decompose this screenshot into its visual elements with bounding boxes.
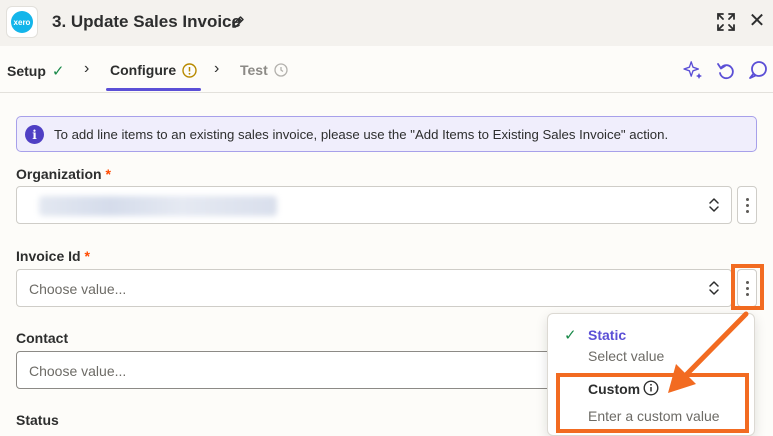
invoice-id-placeholder: Choose value... [29,281,127,297]
menu-item-static-sub: Select value [588,348,665,364]
redacted-value [39,196,277,216]
contact-label: Contact [16,330,69,346]
chevron-right-icon: › [214,60,220,77]
check-icon: ✓ [51,63,65,80]
tab-test-label: Test [240,62,268,78]
edit-pencil-icon[interactable] [230,14,246,30]
info-banner-text: To add line items to an existing sales i… [54,127,669,142]
organization-options-button[interactable] [737,186,757,224]
header-bar: xero 3. Update Sales Invoice ✕ [0,0,773,46]
xero-logo-text: xero [13,17,31,27]
tab-configure-label: Configure [110,62,177,78]
tab-configure[interactable]: Configure [110,62,197,78]
xero-app-logo: xero [6,6,38,38]
info-icon: i [25,125,44,144]
ai-sparkle-icon[interactable] [683,60,703,80]
menu-item-static[interactable]: ✓ Static Select value [548,314,754,372]
invoice-id-label-text: Invoice Id [16,248,81,264]
organization-select[interactable] [16,186,732,224]
step-tabs: Setup ✓ › Configure › Test [0,46,773,93]
select-updown-icon [709,198,719,212]
contact-placeholder: Choose value... [29,363,127,379]
info-banner: i To add line items to an existing sales… [16,116,757,152]
tab-setup-label: Setup [7,63,46,79]
tab-test[interactable]: Test [240,62,288,78]
highlight-options-button [731,264,764,310]
highlight-custom-option [556,373,749,433]
clock-icon [274,63,288,77]
invoice-id-label: Invoice Id * [16,248,90,264]
invoice-id-select[interactable]: Choose value... [16,269,732,307]
tab-setup[interactable]: Setup ✓ [7,62,64,80]
step-title: 3. Update Sales Invoice [52,12,241,31]
active-tab-indicator [106,88,201,91]
select-updown-icon [709,281,719,295]
organization-label: Organization * [16,166,111,182]
required-mark: * [105,166,111,182]
comment-icon[interactable] [748,60,768,80]
chevron-right-icon: › [84,60,90,77]
expand-icon[interactable] [716,12,736,32]
required-mark: * [84,248,90,264]
undo-icon[interactable] [716,60,736,80]
warning-icon [182,62,197,78]
organization-label-text: Organization [16,166,102,182]
check-icon: ✓ [564,327,577,344]
status-label: Status [16,412,59,428]
menu-item-static-title: Static [588,327,627,343]
close-icon[interactable]: ✕ [747,11,767,31]
